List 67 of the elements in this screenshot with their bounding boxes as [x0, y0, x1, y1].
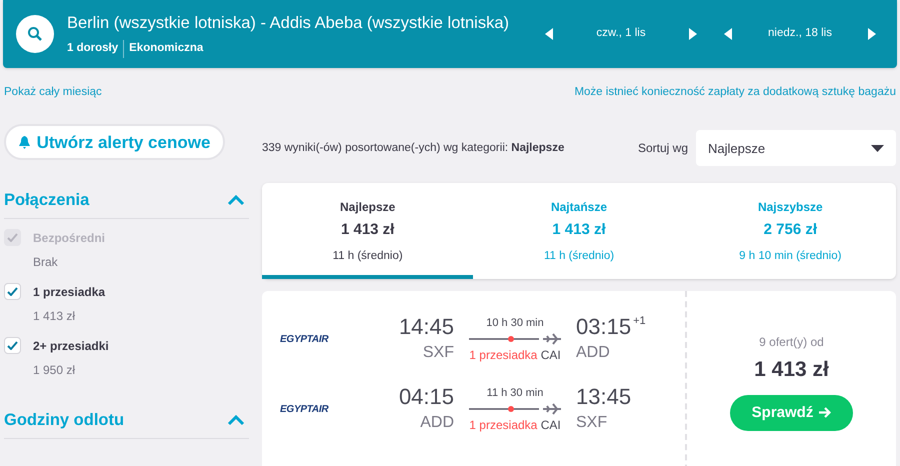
- previous-date-arrow[interactable]: [724, 28, 732, 40]
- passengers-label: 1 dorosły: [67, 40, 124, 58]
- filter-option-label: 2+ przesiadki: [33, 338, 109, 356]
- stops-label: 1 przesiadka: [469, 348, 538, 362]
- tab-duration: 11 h (średnio): [544, 248, 614, 264]
- tab-label: Najlepsze: [340, 199, 396, 216]
- arrival-time: 03:15: [576, 313, 632, 342]
- sort-tab[interactable]: Najlepsze 1 413 zł 11 h (średnio): [262, 183, 474, 280]
- checkmark-icon: [7, 233, 18, 242]
- tab-price: 2 756 zł: [764, 220, 817, 240]
- checkbox[interactable]: [4, 337, 21, 354]
- arrival-time: 13:45: [576, 383, 632, 412]
- price-alert-button[interactable]: Utwórz alerty cenowe: [4, 124, 225, 160]
- arrow-right-icon: [819, 407, 832, 418]
- filter-option-price: 1 413 zł: [33, 308, 76, 326]
- dropdown-caret-icon: [871, 144, 884, 152]
- tab-duration: 11 h (średnio): [332, 248, 403, 264]
- filter-heading: Połączenia: [4, 190, 90, 212]
- departure-time: 14:45: [398, 313, 454, 342]
- flight-duration: 11 h 30 min: [486, 386, 544, 401]
- via-airport: CAI: [540, 418, 561, 432]
- tab-price: 1 413 zł: [340, 220, 394, 240]
- chevron-icon[interactable]: [227, 195, 245, 206]
- date-selector[interactable]: czw., 1 lis: [553, 25, 689, 43]
- search-summary-bar[interactable]: Berlin (wszystkie lotniska) - Addis Abeba (wszystkie lotniska) 1 dorosły Ekonomiczna czw., 1 lis niedz., 18 lis: [3, 0, 897, 68]
- next-date-arrow[interactable]: [868, 28, 876, 40]
- cabin-label: Ekonomiczna: [128, 41, 204, 56]
- tab-label: Najszybsze: [758, 199, 823, 216]
- arrival-airport: ADD: [576, 343, 610, 364]
- bell-icon: [18, 136, 30, 149]
- show-month-link[interactable]: Pokaż cały miesiąc: [4, 84, 102, 102]
- route-title: Berlin (wszystkie lotniska) - Addis Abeba (wszystkie lotniska): [67, 12, 509, 34]
- filter-option-label: 1 przesiadka: [33, 284, 106, 302]
- filter-option-price: 1 950 zł: [33, 362, 76, 380]
- airline-logo: EGYPTAIR: [279, 402, 330, 417]
- filter-option-price: Brak: [33, 254, 59, 272]
- results-summary: 339 wyniki(-ów) posortowane(-ych) wg kategorii: Najlepsze: [262, 140, 564, 156]
- tab-price: 1 413 zł: [552, 220, 606, 240]
- arrival-airport: SXF: [576, 413, 608, 434]
- tab-label: Najtańsze: [550, 199, 607, 216]
- sort-dropdown[interactable]: Najlepsze: [696, 130, 896, 166]
- tab-duration: 9 h 10 min (średnio): [739, 248, 842, 264]
- search-icon[interactable]: [16, 15, 54, 53]
- flight-duration: 10 h 30 min: [486, 316, 544, 331]
- check-button[interactable]: Sprawdź: [730, 394, 853, 431]
- sort-tab[interactable]: Najszybsze 2 756 zł 9 h 10 min (średnio): [684, 183, 896, 280]
- departure-time: 04:15: [398, 383, 454, 412]
- next-date-arrow[interactable]: [689, 28, 697, 40]
- airline-logo: EGYPTAIR: [279, 332, 330, 347]
- departure-airport: ADD: [420, 413, 454, 434]
- checkbox[interactable]: [4, 283, 21, 300]
- chevron-icon[interactable]: [227, 415, 245, 426]
- checkmark-icon: [7, 341, 18, 350]
- date-selector[interactable]: niedz., 18 lis: [732, 25, 868, 43]
- via-airport: CAI: [540, 348, 561, 362]
- filter-option-label: Bezpośredni: [33, 230, 106, 248]
- previous-date-arrow[interactable]: [545, 28, 553, 40]
- filter-heading: Godziny odlotu: [4, 410, 124, 432]
- result-price: 1 413 zł: [754, 357, 829, 384]
- checkmark-icon: [7, 287, 18, 296]
- departure-airport: SXF: [422, 343, 454, 364]
- stops-label: 1 przesiadka: [469, 418, 538, 432]
- sort-label: Sortuj wg: [638, 140, 688, 158]
- sort-tab[interactable]: Najtańsze 1 413 zł 11 h (średnio): [473, 183, 685, 280]
- baggage-fee-link[interactable]: Może istnieć konieczność zapłaty za dodatkową sztukę bagażu: [574, 84, 896, 102]
- offers-count: 9 ofert(y) od: [759, 334, 824, 352]
- day-offset: +1: [633, 314, 646, 330]
